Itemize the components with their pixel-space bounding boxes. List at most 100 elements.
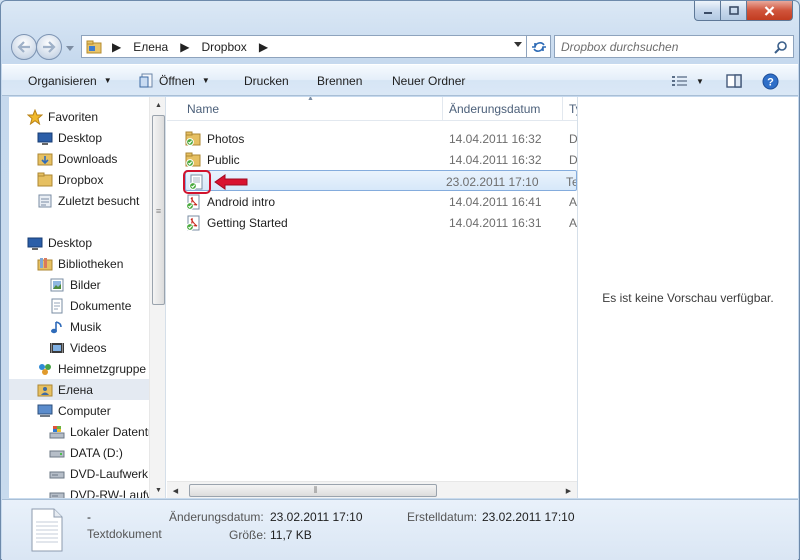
horizontal-scrollbar[interactable]: ◀ ⦀ ▶ bbox=[167, 481, 577, 498]
chevron-down-icon: ▼ bbox=[103, 76, 112, 85]
dvd-drive-icon bbox=[49, 466, 65, 482]
file-row[interactable]: Android intro 14.04.2011 16:41 Adobe Acr… bbox=[171, 191, 577, 212]
scroll-right-icon[interactable]: ▶ bbox=[560, 482, 577, 498]
pictures-icon bbox=[49, 277, 65, 293]
nav-recent-places[interactable]: Zuletzt besucht bbox=[37, 190, 165, 211]
folder-icon bbox=[37, 172, 53, 188]
music-icon bbox=[49, 319, 65, 335]
column-name[interactable]: Name bbox=[181, 97, 443, 121]
scroll-down-icon[interactable]: ▼ bbox=[150, 482, 165, 498]
close-button[interactable] bbox=[747, 1, 793, 21]
downloads-folder-icon bbox=[37, 151, 53, 167]
open-document-icon bbox=[139, 73, 155, 89]
navigation-scrollbar[interactable]: ▲ ≡ ▼ bbox=[149, 97, 165, 498]
no-preview-message: Es ist keine Vorschau verfügbar. bbox=[602, 291, 774, 305]
chevron-down-icon: ▼ bbox=[201, 76, 210, 85]
file-row[interactable]: Getting Started 14.04.2011 16:31 Adobe A… bbox=[171, 212, 577, 233]
organize-label: Organisieren bbox=[28, 73, 97, 88]
desktop-icon bbox=[37, 130, 53, 146]
nav-desktop-favorite[interactable]: Desktop bbox=[37, 127, 165, 148]
minimize-button[interactable] bbox=[694, 1, 721, 21]
open-menu-button[interactable]: Öffnen ▼ bbox=[139, 65, 210, 96]
preview-pane-toggle[interactable] bbox=[724, 71, 744, 91]
breadcrumb-user[interactable]: Елена bbox=[127, 40, 174, 54]
breadcrumb-separator-icon[interactable]: ▶ bbox=[106, 40, 127, 54]
nav-user-folder[interactable]: Елена bbox=[9, 379, 149, 400]
nav-label: DATA (D:) bbox=[70, 445, 123, 460]
forward-arrow-icon bbox=[43, 41, 56, 53]
maximize-button[interactable] bbox=[721, 1, 747, 21]
file-date: 14.04.2011 16:32 bbox=[449, 152, 542, 167]
nav-label: Елена bbox=[58, 382, 93, 397]
column-label: Typ bbox=[569, 102, 577, 116]
column-type[interactable]: Typ bbox=[563, 97, 577, 121]
address-dropdown-icon[interactable] bbox=[514, 42, 522, 47]
file-name: Getting Started bbox=[207, 215, 288, 230]
breadcrumb-separator-icon[interactable]: ▶ bbox=[174, 40, 195, 54]
burn-button[interactable]: Brennen bbox=[317, 65, 362, 96]
forward-button[interactable] bbox=[36, 34, 62, 60]
nav-homegroup[interactable]: Heimnetzgruppe bbox=[37, 358, 165, 379]
nav-label: Dropbox bbox=[58, 172, 104, 187]
nav-label: Zuletzt besucht bbox=[58, 193, 140, 208]
column-modified[interactable]: Änderungsdatum bbox=[443, 97, 563, 121]
new-folder-label: Neuer Ordner bbox=[392, 73, 466, 88]
dvd-drive-icon bbox=[49, 487, 65, 498]
change-view-button[interactable] bbox=[670, 71, 690, 91]
search-icon[interactable] bbox=[774, 40, 788, 54]
file-name-cell: Android intro bbox=[185, 191, 441, 212]
breadcrumb-separator-icon[interactable]: ▶ bbox=[253, 40, 274, 54]
caption-buttons bbox=[694, 1, 793, 21]
minimize-icon bbox=[703, 11, 712, 14]
open-label: Öffnen bbox=[159, 73, 195, 88]
file-name: Photos bbox=[207, 131, 245, 146]
file-type: Dateiordner bbox=[569, 131, 577, 146]
nav-label: DVD-RW-Laufw bbox=[70, 487, 155, 499]
burn-label: Brennen bbox=[317, 73, 363, 88]
breadcrumb-dropbox[interactable]: Dropbox bbox=[195, 40, 252, 54]
file-row[interactable]: Photos 14.04.2011 16:32 Dateiordner bbox=[171, 128, 577, 149]
nav-label: Desktop bbox=[58, 130, 103, 145]
main-area: Favoriten Desktop Downloads Dropbox Zule… bbox=[9, 97, 798, 498]
explorer-window: ▶ Елена ▶ Dropbox ▶ Organisieren ▼ Öffne… bbox=[0, 0, 800, 560]
search-box bbox=[554, 35, 794, 58]
details-file-type: Textdokument bbox=[87, 527, 162, 541]
nav-downloads[interactable]: Downloads bbox=[37, 148, 165, 169]
nav-label: Lokaler Datenträ bbox=[70, 424, 159, 439]
file-row[interactable]: Public 14.04.2011 16:32 Dateiordner bbox=[171, 149, 577, 170]
nav-computer[interactable]: Computer bbox=[37, 400, 165, 421]
navigation-pane: Favoriten Desktop Downloads Dropbox Zule… bbox=[9, 97, 166, 498]
nav-dropbox[interactable]: Dropbox bbox=[37, 169, 165, 190]
file-name: Public bbox=[207, 152, 240, 167]
file-type: Dateiordner bbox=[569, 152, 577, 167]
file-name: Android intro bbox=[207, 194, 276, 209]
recent-places-icon bbox=[37, 193, 53, 209]
new-folder-button[interactable]: Neuer Ordner bbox=[392, 65, 465, 96]
details-created-label: Erstelldatum: bbox=[407, 510, 478, 524]
details-size-label: Größe: bbox=[229, 528, 267, 542]
back-button[interactable] bbox=[11, 34, 37, 60]
organize-menu-button[interactable]: Organisieren ▼ bbox=[28, 65, 112, 96]
pdf-icon bbox=[185, 194, 201, 210]
search-input[interactable] bbox=[555, 36, 755, 57]
details-modified-value: 23.02.2011 17:10 bbox=[270, 510, 363, 524]
details-pane: - Textdokument Änderungsdatum: 23.02.201… bbox=[2, 499, 798, 560]
breadcrumb: ▶ Елена ▶ Dropbox ▶ bbox=[106, 40, 274, 54]
nav-libraries[interactable]: Bibliotheken bbox=[37, 253, 165, 274]
file-name-cell: Public bbox=[185, 149, 441, 170]
help-button[interactable]: ? bbox=[760, 71, 780, 91]
recent-pages-dropdown[interactable] bbox=[65, 43, 75, 53]
scroll-up-icon[interactable]: ▲ bbox=[150, 97, 165, 113]
details-created-value: 23.02.2011 17:10 bbox=[482, 510, 575, 524]
nav-favorites[interactable]: Favoriten bbox=[27, 106, 165, 127]
nav-label: Videos bbox=[70, 340, 107, 355]
nav-desktop[interactable]: Desktop bbox=[27, 232, 165, 253]
view-options-dropdown[interactable]: ▼ bbox=[694, 71, 706, 91]
command-bar: Organisieren ▼ Öffnen ▼ Drucken Brennen … bbox=[2, 64, 798, 96]
scroll-left-icon[interactable]: ◀ bbox=[167, 482, 184, 498]
print-button[interactable]: Drucken bbox=[244, 65, 289, 96]
grip-icon: ≡ bbox=[155, 206, 162, 216]
address-bar[interactable]: ▶ Елена ▶ Dropbox ▶ bbox=[81, 35, 527, 58]
refresh-button[interactable] bbox=[527, 35, 551, 58]
star-icon bbox=[27, 108, 43, 125]
